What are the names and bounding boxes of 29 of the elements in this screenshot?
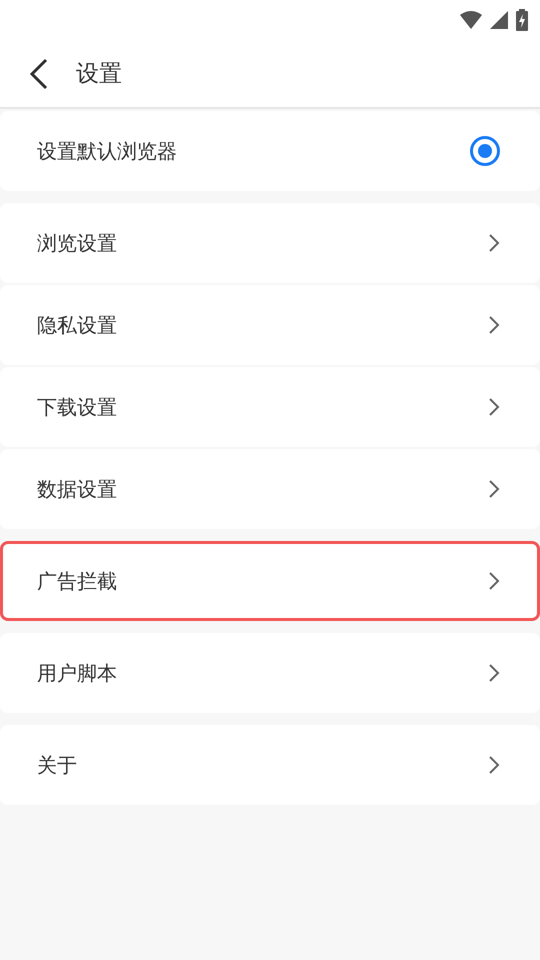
item-label: 广告拦截: [37, 568, 117, 594]
item-label: 设置默认浏览器: [37, 138, 177, 164]
chevron-right-icon: [488, 663, 500, 683]
settings-item[interactable]: 隐私设置: [0, 285, 540, 365]
settings-item[interactable]: 下载设置: [0, 367, 540, 447]
settings-item[interactable]: 广告拦截: [0, 541, 540, 621]
item-label: 数据设置: [37, 476, 117, 502]
item-label: 用户脚本: [37, 660, 117, 686]
battery-icon: [516, 9, 528, 31]
item-label: 隐私设置: [37, 312, 117, 338]
wifi-icon: [460, 11, 482, 29]
back-icon[interactable]: [28, 58, 50, 90]
chevron-right-icon: [488, 571, 500, 591]
signal-icon: [490, 11, 508, 29]
page-title: 设置: [76, 60, 122, 89]
settings-item[interactable]: 用户脚本: [0, 633, 540, 713]
item-label: 关于: [37, 752, 77, 778]
chevron-right-icon: [488, 479, 500, 499]
chevron-right-icon: [488, 233, 500, 253]
chevron-right-icon: [488, 755, 500, 775]
chevron-right-icon: [488, 397, 500, 417]
item-label: 下载设置: [37, 394, 117, 420]
item-label: 浏览设置: [37, 230, 117, 256]
chevron-right-icon: [488, 315, 500, 335]
settings-item[interactable]: 数据设置: [0, 449, 540, 529]
radio-button[interactable]: [470, 136, 500, 166]
settings-item[interactable]: 关于: [0, 725, 540, 805]
settings-item[interactable]: 设置默认浏览器: [0, 111, 540, 191]
settings-item[interactable]: 浏览设置: [0, 203, 540, 283]
